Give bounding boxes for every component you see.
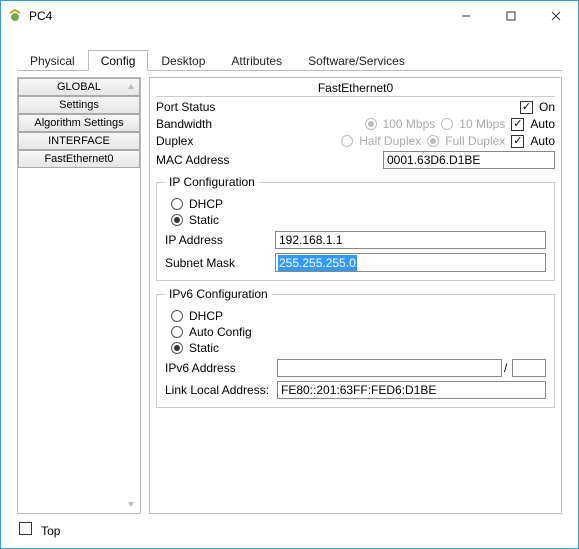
sidebar-scrollbar[interactable] (124, 80, 138, 511)
app-icon (7, 8, 23, 24)
top-label: Top (41, 524, 60, 538)
panel-title: FastEthernet0 (156, 80, 555, 97)
content-area: Physical Config Desktop Attributes Softw… (1, 31, 578, 548)
bandwidth-10-radio (441, 118, 453, 130)
ip-static-radio[interactable] (171, 214, 183, 226)
ipv6-autoconfig-radio[interactable] (171, 326, 183, 338)
ipv6-prefix-input[interactable] (512, 359, 546, 377)
tab-software-services[interactable]: Software/Services (295, 50, 418, 71)
sidebar-header-interface[interactable]: INTERFACE (18, 132, 140, 150)
scroll-down-icon[interactable] (124, 497, 138, 511)
ipv6-static-label: Static (189, 341, 219, 355)
ipv6-slash-label: / (504, 361, 510, 375)
ipv6-configuration-legend: IPv6 Configuration (165, 287, 272, 301)
ip-dhcp-radio[interactable] (171, 198, 183, 210)
ip-address-input[interactable] (275, 231, 546, 249)
ipv6-static-radio[interactable] (171, 342, 183, 354)
close-button[interactable] (533, 1, 578, 31)
ip-address-label: IP Address (165, 233, 275, 247)
sidebar-item-fastethernet0[interactable]: FastEthernet0 (18, 150, 140, 168)
subnet-mask-value: 255.255.255.0 (278, 255, 357, 271)
tab-physical[interactable]: Physical (17, 50, 88, 71)
duplex-label: Duplex (156, 134, 276, 148)
sidebar-item-settings[interactable]: Settings (18, 96, 140, 114)
ip-configuration-legend: IP Configuration (165, 175, 259, 189)
half-duplex-radio (341, 135, 353, 147)
scroll-up-icon[interactable] (124, 80, 138, 94)
config-panel: FastEthernet0 Port Status On Bandwidth 1… (149, 77, 562, 514)
app-window: PC4 Physical Config Desktop Attributes S… (0, 0, 579, 549)
top-checkbox[interactable] (19, 522, 32, 535)
sidebar-item-algorithm-settings[interactable]: Algorithm Settings (18, 114, 140, 132)
subnet-mask-input[interactable]: 255.255.255.0 (275, 253, 546, 272)
duplex-auto-checkbox[interactable] (511, 135, 524, 148)
tab-attributes[interactable]: Attributes (218, 50, 295, 71)
tab-config[interactable]: Config (88, 50, 149, 71)
link-local-label: Link Local Address: (165, 383, 275, 397)
tab-bar: Physical Config Desktop Attributes Softw… (17, 49, 562, 71)
ip-configuration-group: IP Configuration DHCP Static IP Address … (156, 175, 555, 281)
bandwidth-auto-label: Auto (530, 117, 555, 131)
duplex-auto-label: Auto (530, 134, 555, 148)
window-title: PC4 (29, 9, 52, 23)
sidebar: GLOBAL Settings Algorithm Settings INTER… (17, 77, 141, 514)
footer: Top (17, 514, 562, 538)
port-status-checkbox[interactable] (520, 101, 533, 114)
mac-address-label: MAC Address (156, 153, 276, 167)
link-local-input[interactable] (277, 381, 546, 399)
bandwidth-label: Bandwidth (156, 117, 276, 131)
mac-address-input[interactable] (383, 151, 555, 169)
ipv6-address-input[interactable] (277, 359, 502, 377)
titlebar: PC4 (1, 1, 578, 31)
ipv6-address-label: IPv6 Address (165, 361, 275, 375)
ipv6-dhcp-radio[interactable] (171, 310, 183, 322)
full-duplex-radio (427, 135, 439, 147)
ipv6-autoconfig-label: Auto Config (189, 325, 252, 339)
subnet-mask-label: Subnet Mask (165, 256, 275, 270)
bandwidth-100-radio (365, 118, 377, 130)
port-status-label: Port Status (156, 100, 276, 114)
half-duplex-label: Half Duplex (359, 134, 421, 148)
ipv6-dhcp-label: DHCP (189, 309, 223, 323)
tab-desktop[interactable]: Desktop (148, 50, 218, 71)
maximize-button[interactable] (488, 1, 533, 31)
ip-static-label: Static (189, 213, 219, 227)
minimize-button[interactable] (443, 1, 488, 31)
bandwidth-10-label: 10 Mbps (459, 117, 505, 131)
bandwidth-auto-checkbox[interactable] (511, 118, 524, 131)
sidebar-header-global[interactable]: GLOBAL (18, 78, 140, 96)
bandwidth-100-label: 100 Mbps (383, 117, 436, 131)
ipv6-configuration-group: IPv6 Configuration DHCP Auto Config Stat… (156, 287, 555, 408)
ip-dhcp-label: DHCP (189, 197, 223, 211)
full-duplex-label: Full Duplex (445, 134, 505, 148)
workspace: GLOBAL Settings Algorithm Settings INTER… (17, 71, 562, 514)
on-label: On (539, 100, 555, 114)
